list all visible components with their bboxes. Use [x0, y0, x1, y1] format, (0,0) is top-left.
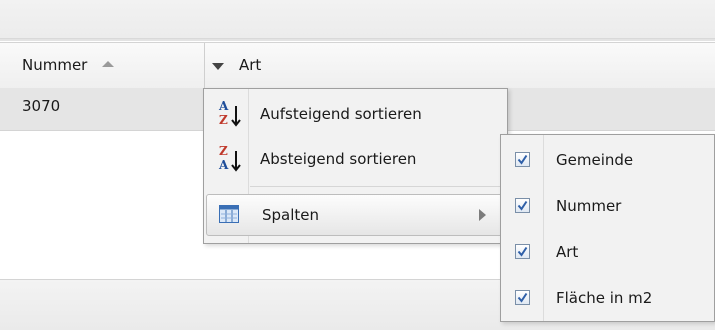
columns-menu-item[interactable]: Spalten: [206, 194, 505, 236]
sort-ascending-icon: A Z: [218, 99, 241, 127]
column-header-label: Nummer: [22, 56, 88, 74]
cell-nummer: 3070: [22, 97, 61, 115]
columns-submenu: Gemeinde Nummer Art Fläche in m2: [500, 134, 715, 322]
grid-header: Nummer Art: [0, 42, 715, 89]
columns-icon: [219, 205, 239, 223]
column-toggle-gemeinde[interactable]: Gemeinde: [501, 138, 714, 182]
sort-icon-letter-top: A: [218, 99, 229, 113]
checkbox-checked-icon[interactable]: [515, 290, 530, 305]
sort-icon-letter-bottom: A: [218, 158, 229, 172]
column-toggle-label: Gemeinde: [556, 151, 634, 169]
column-header-label: Art: [239, 56, 262, 74]
checkbox-checked-icon[interactable]: [515, 152, 530, 167]
column-toggle-flaeche[interactable]: Fläche in m2: [501, 276, 714, 320]
toolbar: [0, 0, 715, 39]
menu-item-label: Spalten: [262, 206, 320, 224]
sort-icon-letter-bottom: Z: [219, 113, 228, 127]
sort-ascending-menu-item[interactable]: A Z Aufsteigend sortieren: [204, 92, 507, 136]
sort-descending-icon: Z A: [218, 144, 241, 172]
checkbox-checked-icon[interactable]: [515, 198, 530, 213]
column-header-nummer[interactable]: Nummer: [0, 43, 205, 88]
column-toggle-label: Fläche in m2: [556, 289, 653, 307]
menu-item-label: Aufsteigend sortieren: [260, 105, 422, 123]
toolbar-divider: [0, 39, 715, 41]
column-context-menu: A Z Aufsteigend sortieren Z A Absteigend…: [203, 88, 508, 244]
column-toggle-nummer[interactable]: Nummer: [501, 184, 714, 228]
column-toggle-art[interactable]: Art: [501, 230, 714, 274]
column-toggle-label: Art: [556, 243, 579, 261]
submenu-arrow-icon: [479, 209, 486, 221]
menu-divider: [250, 186, 500, 187]
sort-icon-letter-top: Z: [219, 144, 228, 158]
checkbox-checked-icon[interactable]: [515, 244, 530, 259]
sort-descending-menu-item[interactable]: Z A Absteigend sortieren: [204, 137, 507, 181]
column-header-art[interactable]: Art: [205, 43, 715, 88]
menu-item-label: Absteigend sortieren: [260, 150, 417, 168]
sort-ascending-indicator-icon: [102, 60, 115, 67]
column-toggle-label: Nummer: [556, 197, 622, 215]
